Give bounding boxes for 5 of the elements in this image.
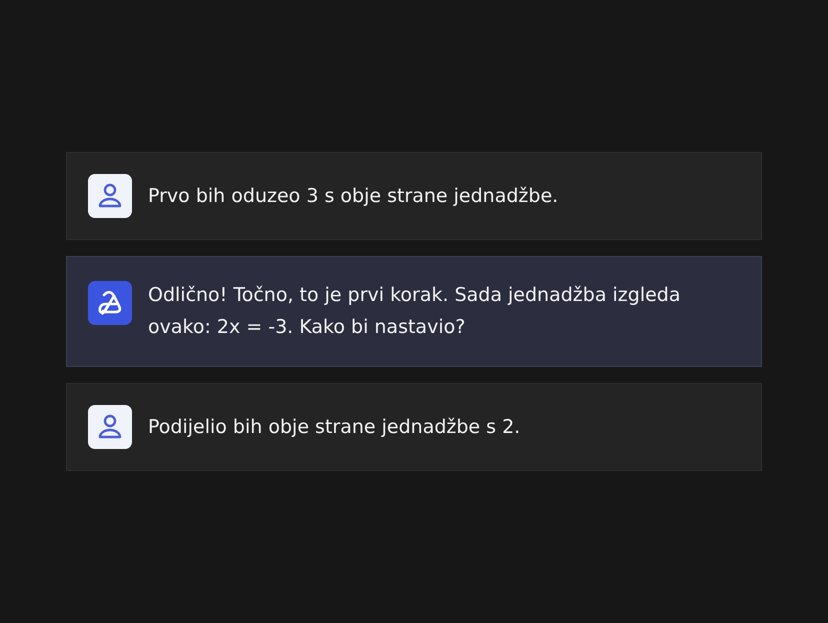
person-icon [88,405,132,449]
person-icon [88,174,132,218]
message-text: Podijelio bih obje strane jednadžbe s 2. [148,415,520,440]
message-text: Odlično! Točno, to je prvi korak. Sada jednadžba izgleda ovako: 2x = -3. Kako bi nastavio? [148,283,682,340]
message-text: Prvo bih oduzeo 3 s obje strane jednadžbe. [148,184,558,209]
